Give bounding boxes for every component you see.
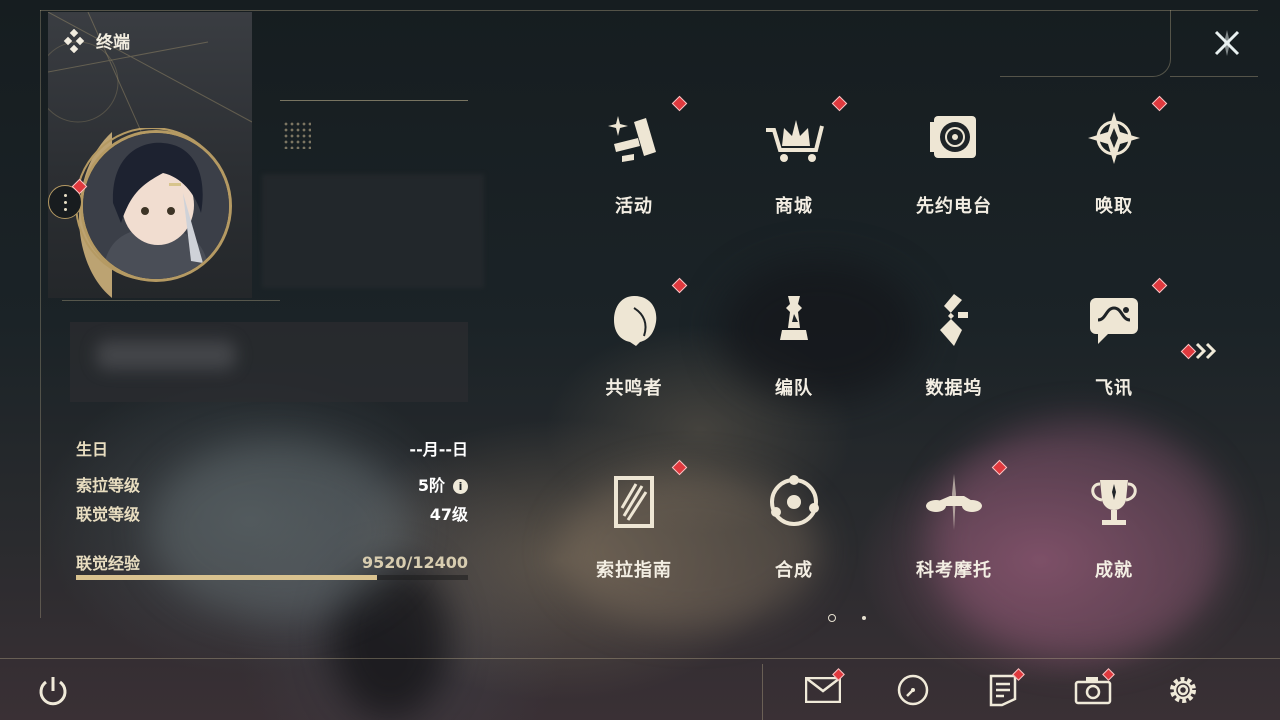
divider <box>280 100 468 101</box>
menu-item-data-dock[interactable]: 数据坞 <box>874 270 1034 452</box>
menu-label: 编队 <box>775 378 813 399</box>
double-chevron-right-icon <box>1195 342 1217 360</box>
union-exp-label: 联觉经验 <box>76 554 141 573</box>
frame-corner <box>1000 10 1171 77</box>
menu-item-sola-guide[interactable]: 索拉指南 <box>554 452 714 634</box>
menu-label: 活动 <box>615 196 653 217</box>
page-indicator <box>828 614 866 622</box>
menu-label: 成就 <box>1095 560 1133 581</box>
menu-item-radio[interactable]: 先约电台 <box>874 88 1034 270</box>
menu-item-formation[interactable]: 编队 <box>714 270 874 452</box>
compass-star-icon <box>1088 112 1140 164</box>
settings-button[interactable] <box>1164 672 1202 708</box>
menu-item-synthesis[interactable]: 合成 <box>714 452 874 634</box>
radio-record-icon <box>930 116 976 158</box>
menu-item-convene[interactable]: 唤取 <box>1034 88 1194 270</box>
close-icon <box>1214 30 1240 56</box>
more-dots-icon <box>63 192 67 213</box>
clock-icon <box>897 674 929 706</box>
power-button[interactable] <box>36 674 70 708</box>
menu-item-resonators[interactable]: 共鸣者 <box>554 270 714 452</box>
menu-item-messages[interactable]: 飞讯 <box>1034 270 1194 452</box>
chess-formation-icon <box>780 296 808 340</box>
birthday-label: 生日 <box>76 440 109 459</box>
sola-level-label: 索拉等级 <box>76 476 141 495</box>
bottom-divider <box>0 658 1280 659</box>
guide-book-icon <box>614 476 654 528</box>
menu-label: 合成 <box>775 560 813 581</box>
data-dock-icon <box>940 294 968 346</box>
birthday-value: --月--日 <box>409 440 468 459</box>
union-exp-progress-fill <box>76 575 377 580</box>
menu-label: 数据坞 <box>925 378 983 399</box>
gear-icon <box>1170 677 1196 703</box>
menu-item-achievements[interactable]: 成就 <box>1034 452 1194 634</box>
sola-level-value: 5阶 <box>417 476 445 495</box>
menu-label: 科考摩托 <box>916 560 992 581</box>
union-exp-row: 联觉经验 9520/12400 <box>76 550 468 574</box>
page-dot-1[interactable] <box>828 614 836 622</box>
notice-icon <box>989 674 1017 707</box>
union-exp-value: 9520/12400 <box>361 552 468 572</box>
notification-badge <box>1151 277 1168 294</box>
notification-badge <box>671 277 688 294</box>
shop-cart-icon <box>766 120 824 162</box>
notification-badge <box>671 459 688 476</box>
notification-badge <box>991 459 1008 476</box>
menu-label: 先约电台 <box>916 196 992 217</box>
divider <box>62 300 280 301</box>
synthesis-orbit-icon <box>770 475 819 526</box>
motorbike-icon <box>926 474 982 530</box>
signature-blurred[interactable] <box>70 322 468 402</box>
sparkle-activity-icon <box>608 116 656 162</box>
union-level-row: 联觉等级 47级 <box>76 501 468 525</box>
dot-grid-decoration <box>283 121 311 149</box>
menu-item-shop[interactable]: 商城 <box>714 88 874 270</box>
birthday-row: 生日 --月--日 <box>76 436 468 460</box>
notification-badge <box>1151 95 1168 112</box>
union-level-value: 47级 <box>429 505 468 524</box>
camera-button[interactable] <box>1074 668 1115 708</box>
next-page-button[interactable] <box>1194 340 1234 362</box>
menu-item-motorbike[interactable]: 科考摩托 <box>874 452 1034 634</box>
menu-label: 唤取 <box>1095 196 1133 217</box>
notification-badge <box>831 95 848 112</box>
resonator-head-icon <box>614 296 657 346</box>
page-dot-2[interactable] <box>862 616 866 620</box>
menu-label: 索拉指南 <box>596 560 672 581</box>
close-button[interactable] <box>1208 24 1246 62</box>
frame-line-left <box>40 10 41 618</box>
trophy-icon <box>1091 480 1137 525</box>
union-exp-progress-bar <box>76 575 468 580</box>
mail-button[interactable] <box>804 668 845 708</box>
menu-item-activity[interactable]: 活动 <box>554 88 714 270</box>
menu-label: 飞讯 <box>1095 378 1133 399</box>
terminal-header: 终端 <box>62 28 130 53</box>
notification-badge <box>671 95 688 112</box>
page-title: 终端 <box>96 33 130 53</box>
menu-grid: 活动 商城 先约电台 唤取 共鸣者 编队 数据坞 飞讯 索拉指南 合成 科考摩托… <box>552 88 1192 634</box>
terminal-diamond-icon <box>63 28 85 53</box>
power-icon <box>39 677 67 706</box>
bottom-separator <box>762 664 763 720</box>
menu-label: 共鸣者 <box>605 378 663 399</box>
clock-button[interactable] <box>894 672 932 708</box>
menu-label: 商城 <box>775 196 813 217</box>
notice-button[interactable] <box>984 668 1025 708</box>
union-level-label: 联觉等级 <box>76 505 141 524</box>
player-name-blurred <box>262 174 484 288</box>
info-icon[interactable]: i <box>453 479 468 494</box>
avatar[interactable] <box>80 130 232 282</box>
sola-level-row: 索拉等级 5阶 i <box>76 472 468 496</box>
chat-bubble-icon <box>1090 298 1138 344</box>
mail-icon <box>805 677 841 703</box>
avatar-portrait-image <box>83 133 229 279</box>
frame-line-right <box>1170 76 1258 77</box>
